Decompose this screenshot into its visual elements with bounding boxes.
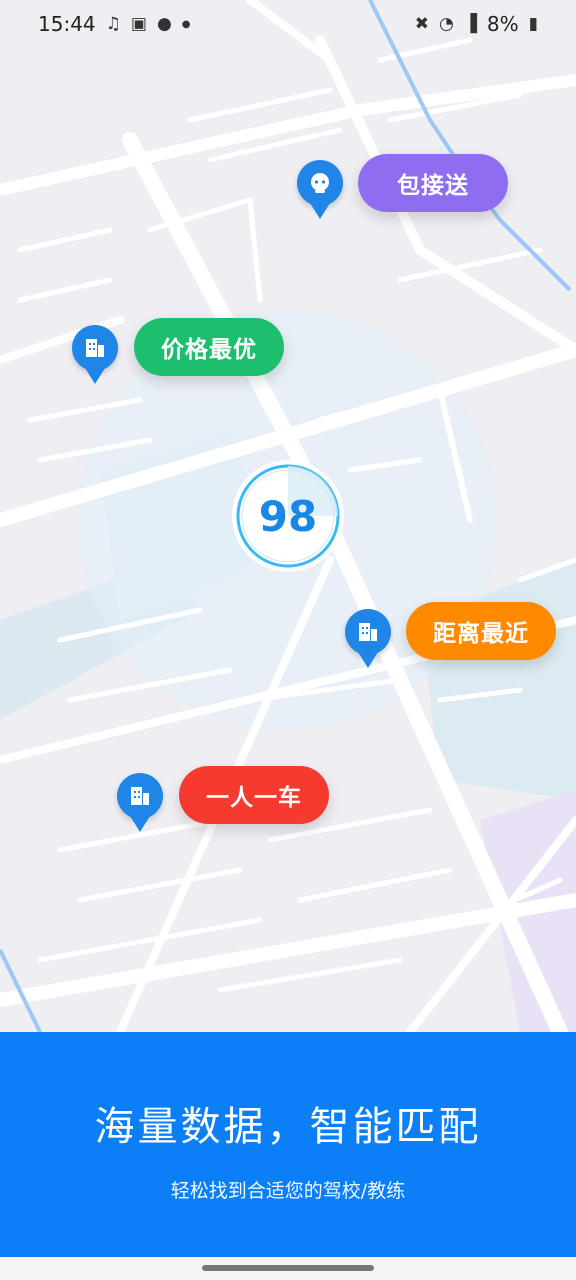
building-icon — [86, 339, 104, 357]
pickup-tag[interactable]: 包接送 — [358, 154, 508, 212]
match-score: 98 — [258, 491, 318, 541]
status-bar: 15:44 ♫ ▣ ● ● ✖ ◔ ▐ 8% ▮ — [0, 0, 576, 48]
building-icon — [131, 787, 149, 805]
signal-icon: ▐ — [463, 14, 477, 34]
wifi-icon: ◔ — [438, 14, 454, 34]
subline: 轻松找到合适您的驾校/教练 — [170, 1180, 406, 1202]
dot-icon: ● — [181, 18, 191, 30]
clock: 15:44 — [38, 12, 96, 36]
school-pin-icon[interactable] — [117, 773, 163, 832]
battery-icon: ▮ — [528, 14, 538, 34]
one-per-car-tag[interactable]: 一人一车 — [179, 766, 329, 824]
info-panel: 海量数据，智能匹配 轻松找到合适您的驾校/教练 — [0, 1032, 576, 1257]
no-sound-notification-icon: ♫ — [105, 14, 121, 34]
school-pin-icon[interactable] — [345, 609, 391, 668]
building-icon — [359, 623, 377, 641]
image-icon: ▣ — [130, 14, 147, 34]
app-icon: ● — [156, 14, 172, 34]
mute-icon: ✖ — [414, 14, 429, 34]
coach-pin-icon[interactable] — [297, 160, 343, 219]
home-gesture-handle[interactable] — [202, 1265, 374, 1271]
best-price-tag[interactable]: 价格最优 — [134, 318, 284, 376]
coach-face-icon — [311, 173, 329, 193]
battery-percent: 8% — [486, 12, 519, 36]
nearest-tag[interactable]: 距离最近 — [406, 602, 556, 660]
school-pin-icon[interactable] — [72, 325, 118, 384]
navigation-bar — [0, 1257, 576, 1280]
headline: 海量数据，智能匹配 — [94, 1104, 482, 1150]
